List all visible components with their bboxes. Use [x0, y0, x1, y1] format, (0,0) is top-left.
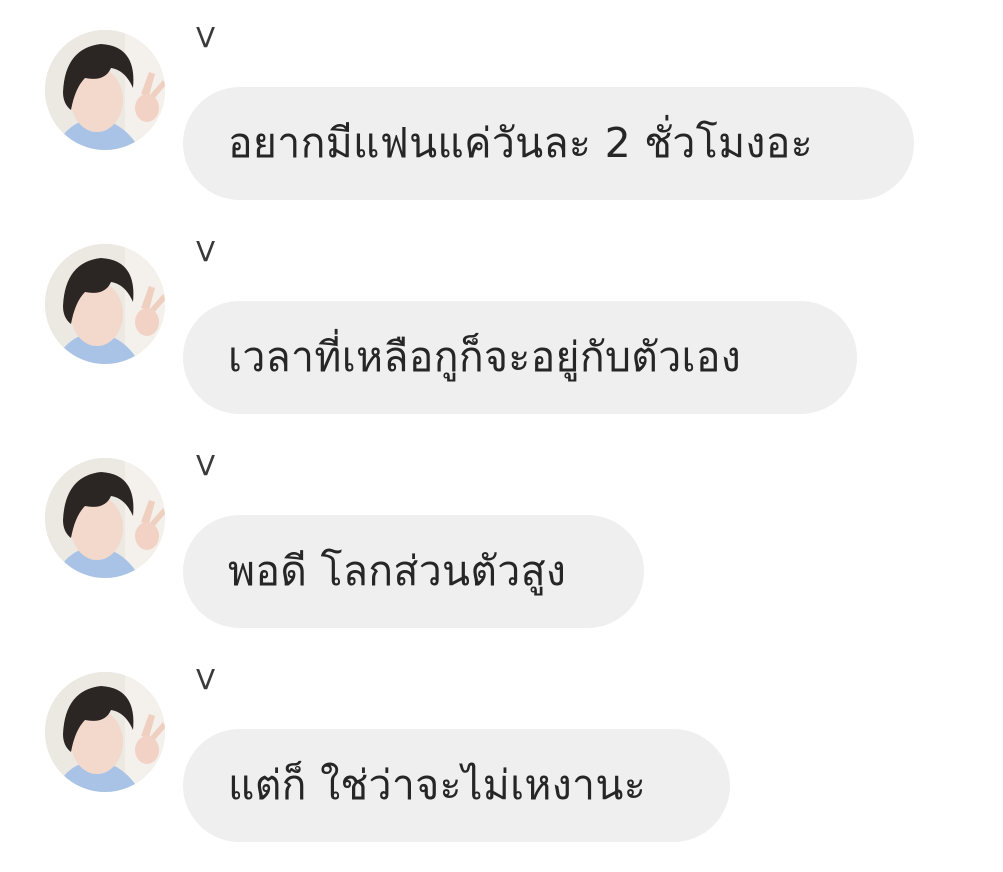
- avatar-photo: [45, 672, 165, 792]
- message-text: อยากมีแฟนแค่วันละ 2 ชั่วโมงอะ: [228, 119, 813, 167]
- message-row: V เวลาที่เหลือกูก็จะอยู่กับตัวเอง: [0, 235, 1003, 444]
- message-row: V แต่ก็ ใช่ว่าจะไม่เหงานะ: [0, 663, 1003, 872]
- message-text: พอดี โลกส่วนตัวสูง: [228, 547, 567, 595]
- message-text: แต่ก็ ใช่ว่าจะไม่เหงานะ: [228, 761, 647, 809]
- message-bubble[interactable]: อยากมีแฟนแค่วันละ 2 ชั่วโมงอะ: [183, 87, 914, 200]
- avatar-photo: [45, 30, 165, 150]
- avatar-photo: [45, 458, 165, 578]
- sender-name: V: [196, 235, 216, 268]
- message-row: V อยากมีแฟนแค่วันละ 2 ชั่วโมงอะ: [0, 21, 1003, 230]
- avatar[interactable]: [45, 244, 165, 364]
- message-bubble[interactable]: พอดี โลกส่วนตัวสูง: [183, 515, 644, 628]
- avatar-photo: [45, 244, 165, 364]
- message-bubble[interactable]: แต่ก็ ใช่ว่าจะไม่เหงานะ: [183, 729, 730, 842]
- message-row: V พอดี โลกส่วนตัวสูง: [0, 449, 1003, 658]
- sender-name: V: [196, 663, 216, 696]
- sender-name: V: [196, 449, 216, 482]
- avatar[interactable]: [45, 30, 165, 150]
- sender-name: V: [196, 21, 216, 54]
- avatar[interactable]: [45, 672, 165, 792]
- message-text: เวลาที่เหลือกูก็จะอยู่กับตัวเอง: [228, 333, 742, 381]
- avatar[interactable]: [45, 458, 165, 578]
- message-bubble[interactable]: เวลาที่เหลือกูก็จะอยู่กับตัวเอง: [183, 301, 857, 414]
